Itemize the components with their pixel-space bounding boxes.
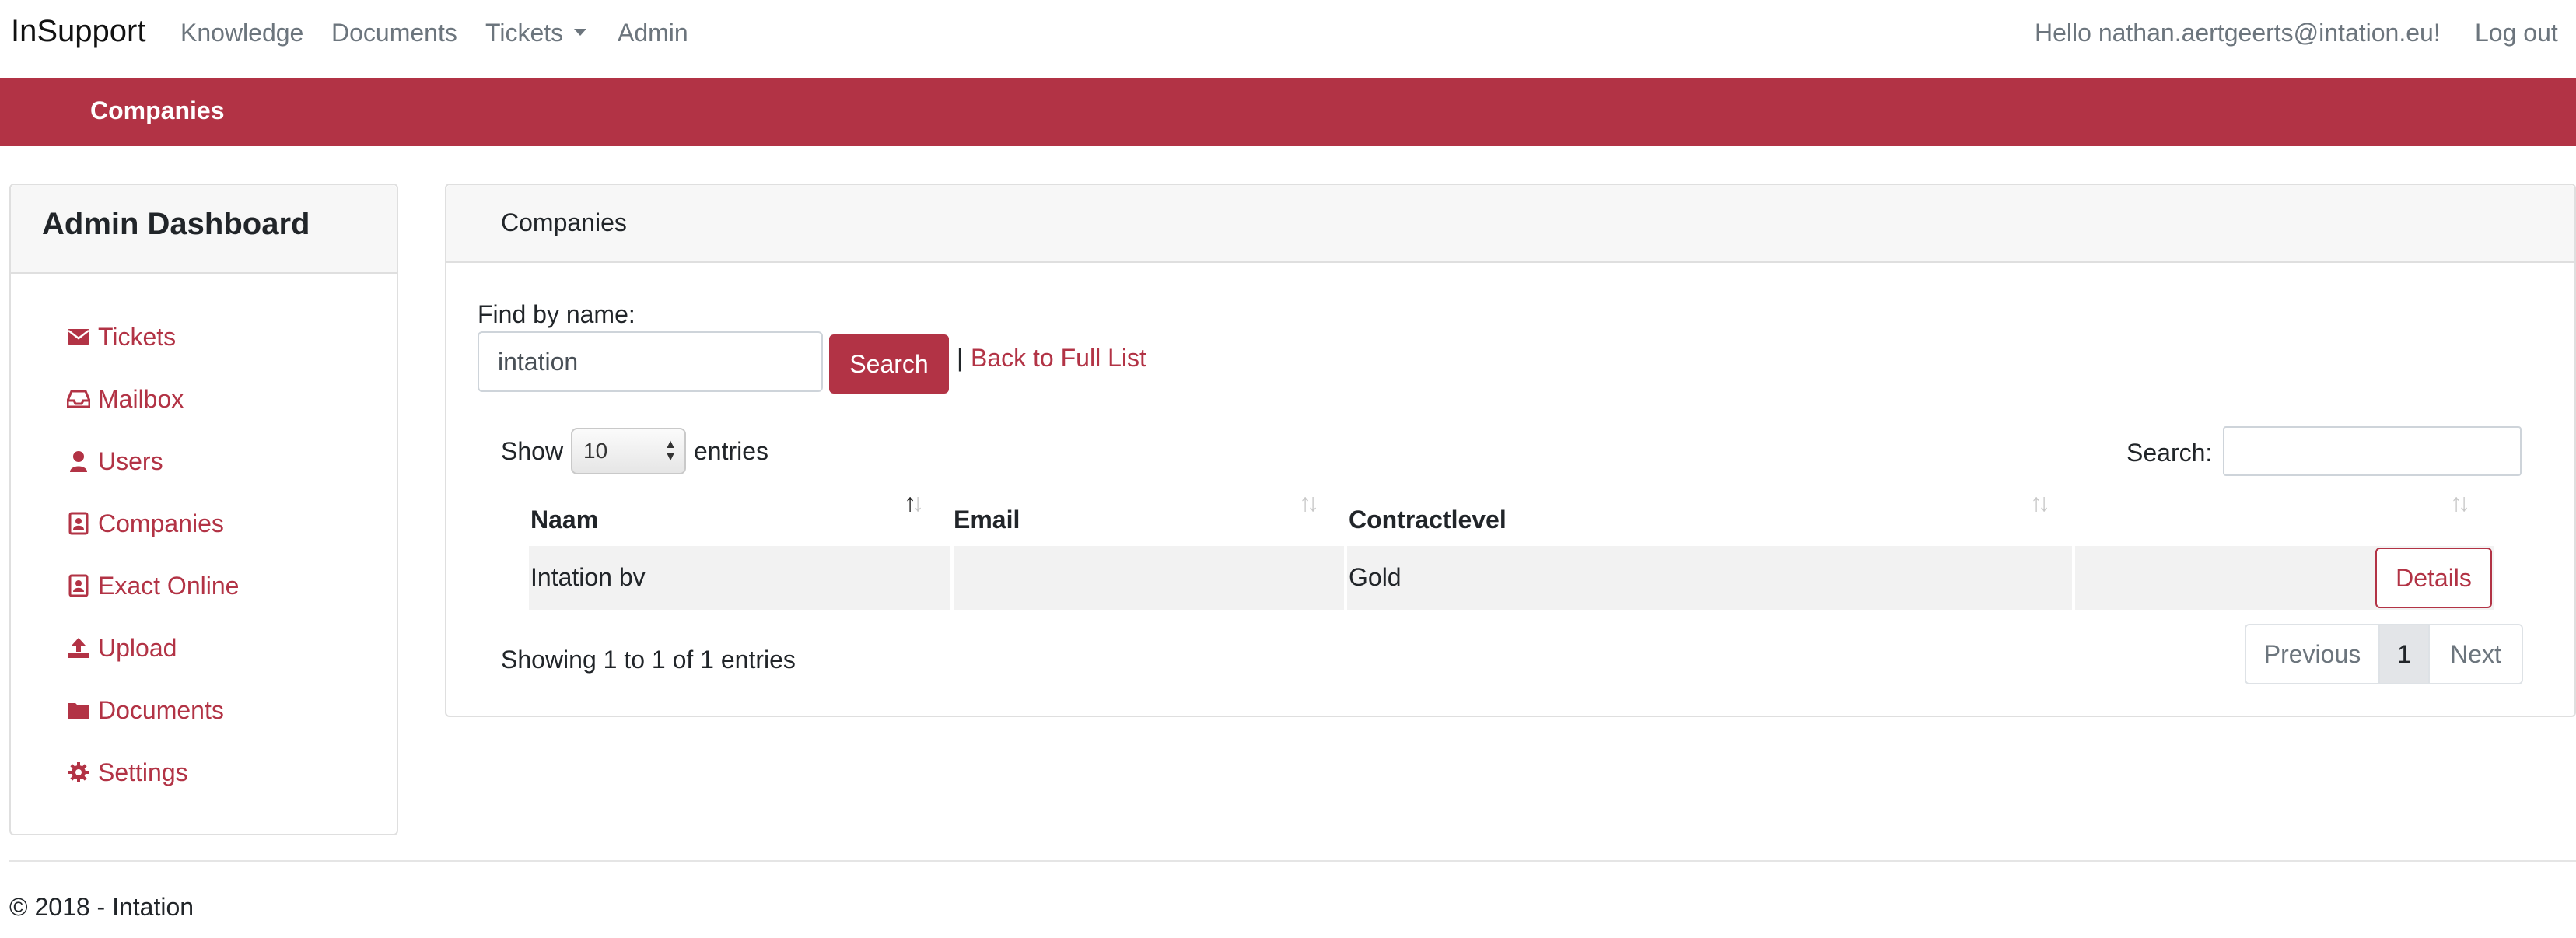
- column-header-email[interactable]: Email: [954, 506, 1020, 534]
- chevron-down-icon: [574, 29, 587, 37]
- cell-contractlevel: Gold: [1349, 563, 1402, 591]
- brand-logo[interactable]: InSupport: [11, 14, 145, 49]
- nav-link-admin[interactable]: Admin: [618, 19, 688, 47]
- pagination: Previous 1 Next: [2245, 624, 2523, 684]
- table-search-label: Search:: [2126, 439, 2213, 467]
- sidebar-item-label: Exact Online: [98, 571, 240, 600]
- nav-link-documents[interactable]: Documents: [331, 19, 457, 47]
- previous-page-button[interactable]: Previous: [2246, 625, 2380, 683]
- contact-card-icon: [67, 574, 90, 597]
- sidebar-item-label: Tickets: [98, 322, 177, 351]
- nav-link-tickets[interactable]: Tickets: [485, 19, 587, 47]
- page-length-value: 10: [583, 439, 608, 463]
- sidebar-item-upload[interactable]: Upload: [67, 630, 177, 666]
- sidebar-item-mailbox[interactable]: Mailbox: [67, 381, 184, 417]
- top-navbar: InSupport Knowledge Documents Tickets Ad…: [0, 0, 2576, 78]
- find-by-name-label: Find by name:: [478, 300, 635, 328]
- column-header-naam[interactable]: Naam: [530, 506, 598, 534]
- user-greeting: Hello nathan.aertgeerts@intation.eu!: [2035, 19, 2441, 47]
- sort-both-icon[interactable]: ↑↓: [2030, 488, 2050, 517]
- search-button[interactable]: Search: [829, 334, 949, 394]
- page-length-select[interactable]: 10 ▲ ▼: [571, 428, 686, 474]
- card-title: Companies: [501, 208, 627, 236]
- nav-link-knowledge[interactable]: Knowledge: [180, 19, 303, 47]
- sidebar-item-label: Documents: [98, 695, 224, 724]
- show-label: Show: [501, 437, 564, 465]
- table-info: Showing 1 to 1 of 1 entries: [501, 646, 796, 674]
- sidebar-item-documents[interactable]: Documents: [67, 692, 224, 728]
- link-separator: |: [957, 344, 964, 372]
- folder-icon: [67, 698, 90, 722]
- envelope-icon: [67, 325, 90, 348]
- footer-copyright: © 2018 - Intation: [9, 893, 194, 921]
- user-icon: [67, 450, 90, 473]
- companies-card: Companies Find by name: Search | Back to…: [445, 184, 2576, 717]
- select-arrows-icon: ▲ ▼: [664, 438, 677, 464]
- cell-divider: [1344, 546, 1347, 610]
- sidebar-item-settings[interactable]: Settings: [67, 754, 188, 790]
- inbox-icon: [67, 387, 90, 411]
- sidebar-item-label: Mailbox: [98, 384, 184, 413]
- sort-both-icon[interactable]: ↑↓: [1299, 488, 1319, 517]
- card-header: Companies: [446, 185, 2574, 263]
- sidebar-item-exact-online[interactable]: Exact Online: [67, 568, 239, 604]
- find-by-name-input[interactable]: [478, 331, 823, 392]
- footer-divider: [9, 860, 2576, 862]
- page-1-button[interactable]: 1: [2380, 625, 2430, 683]
- table-row: [529, 546, 2494, 610]
- logout-link[interactable]: Log out: [2475, 19, 2558, 47]
- column-header-contractlevel[interactable]: Contractlevel: [1349, 506, 1507, 534]
- nav-link-tickets-label: Tickets: [485, 19, 564, 47]
- page-title-band: Companies: [0, 78, 2576, 146]
- sidebar-item-companies[interactable]: Companies: [67, 506, 224, 541]
- cell-divider: [2072, 546, 2075, 610]
- admin-sidebar: Admin Dashboard Tickets Mailbox Users Co…: [9, 184, 398, 835]
- entries-label: entries: [694, 437, 769, 465]
- sidebar-header: Admin Dashboard: [11, 185, 397, 274]
- sidebar-item-label: Upload: [98, 633, 177, 662]
- sidebar-item-label: Settings: [98, 758, 188, 786]
- gear-icon: [67, 761, 90, 784]
- upload-icon: [67, 636, 90, 660]
- cell-naam: Intation bv: [530, 563, 646, 591]
- details-button[interactable]: Details: [2375, 548, 2492, 608]
- sort-ascending-icon[interactable]: ↑↓: [904, 488, 924, 517]
- page-title: Companies: [90, 96, 225, 124]
- next-page-button[interactable]: Next: [2430, 625, 2522, 683]
- sidebar-item-label: Companies: [98, 509, 224, 537]
- table-search-input[interactable]: [2223, 426, 2522, 476]
- sidebar-item-users[interactable]: Users: [67, 443, 163, 479]
- cell-divider: [950, 546, 954, 610]
- contact-card-icon: [67, 512, 90, 535]
- sidebar-title: Admin Dashboard: [42, 207, 310, 241]
- sidebar-item-label: Users: [98, 446, 163, 475]
- back-to-full-list-link[interactable]: Back to Full List: [971, 344, 1146, 373]
- sidebar-item-tickets[interactable]: Tickets: [67, 319, 176, 355]
- sort-both-icon[interactable]: ↑↓: [2450, 488, 2470, 517]
